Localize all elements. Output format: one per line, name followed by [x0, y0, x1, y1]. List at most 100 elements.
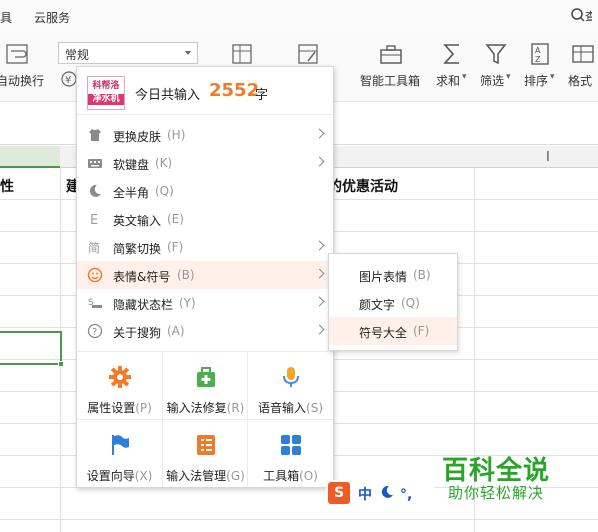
- tool-setup-wizard[interactable]: 设置向导(X): [77, 421, 162, 487]
- hide-bar-icon: S: [87, 295, 103, 311]
- submenu-shortcut: (Q): [401, 296, 420, 310]
- text-cursor-icon: I: [546, 150, 550, 165]
- submenu-label: 图片表情: [359, 270, 408, 284]
- search-icon[interactable]: 查: [570, 7, 596, 28]
- svg-text:简: 简: [88, 241, 100, 255]
- submenu-label: 符号大全: [359, 326, 408, 340]
- chevron-right-icon: [314, 296, 325, 307]
- sort-dropdown-icon[interactable]: ▾: [550, 72, 555, 82]
- emoji-symbols-submenu: 图片表情 (B) 颜文字 (Q) 符号大全 (F): [328, 253, 458, 351]
- tool-label: 输入法修复(R): [166, 401, 245, 415]
- cell-c-text: 的优惠活动: [328, 179, 398, 195]
- tool-toolbox[interactable]: 工具箱(O): [248, 421, 333, 487]
- submenu-label: 颜文字: [359, 298, 396, 312]
- number-format-select[interactable]: 常规: [58, 42, 198, 64]
- smart-toolbox-label[interactable]: 智能工具箱: [360, 72, 420, 89]
- fill-handle[interactable]: [58, 361, 64, 367]
- sum-icon[interactable]: [440, 41, 464, 70]
- traditional-char-icon: 简: [87, 239, 103, 255]
- chinese-mode-toggle[interactable]: 中: [358, 484, 372, 504]
- cell-edit-icon[interactable]: [296, 42, 320, 69]
- smiley-icon: [87, 267, 103, 283]
- gear-icon: [108, 365, 132, 389]
- punctuation-toggle[interactable]: °,: [400, 487, 412, 503]
- filter-dropdown-icon[interactable]: ▾: [506, 72, 511, 82]
- divider: [77, 419, 333, 420]
- svg-text:A: A: [535, 46, 541, 55]
- menu-shortcut: (B): [177, 268, 195, 282]
- menu-label: 表情&符号: [113, 270, 171, 284]
- tool-voice-input[interactable]: 语音输入(S): [248, 353, 333, 419]
- menu-label: 更换皮肤: [113, 130, 162, 144]
- menu-label: 软键盘: [113, 158, 150, 172]
- ime-header: 科帮洛 净水机 今日共输入 2552 字: [77, 67, 333, 115]
- selected-column-header[interactable]: [0, 146, 60, 168]
- wrap-text-label[interactable]: 自动换行: [0, 72, 44, 89]
- menu-item-about[interactable]: ? 关于搜狗 (A): [77, 317, 333, 345]
- shirt-icon: [87, 127, 103, 143]
- submenu-item-kaomoji[interactable]: 颜文字 (Q): [329, 289, 457, 317]
- format-label[interactable]: 格式: [568, 72, 592, 89]
- menu-item-cloud[interactable]: 云服务: [34, 9, 70, 26]
- sort-label[interactable]: 排序: [524, 72, 548, 89]
- submenu-shortcut: (F): [413, 324, 430, 338]
- half-moon-icon: [87, 183, 103, 199]
- ime-status-bar[interactable]: S 中 °,: [326, 480, 434, 506]
- submenu-item-symbol-collection[interactable]: 符号大全 (F): [329, 317, 457, 345]
- svg-text:Z: Z: [535, 55, 541, 64]
- toolbox-icon[interactable]: [378, 42, 404, 69]
- chevron-right-icon: [314, 128, 325, 139]
- ad-logo[interactable]: 科帮洛 净水机: [87, 76, 125, 110]
- menu-item-emoji-symbols[interactable]: 表情&符号 (B): [77, 261, 333, 289]
- input-count-value: 2552: [209, 80, 260, 101]
- tool-label: 工具箱(O): [263, 469, 318, 483]
- menu-item-skin[interactable]: 更换皮肤 (H): [77, 121, 333, 149]
- table-style-icon[interactable]: [230, 42, 254, 69]
- menu-shortcut: (A): [167, 324, 185, 338]
- sort-icon[interactable]: AZ: [528, 41, 552, 70]
- svg-text:¥: ¥: [65, 75, 71, 86]
- menubar: 具 云服务 查: [0, 0, 598, 32]
- repair-kit-icon: [194, 365, 218, 389]
- menu-item-simplified-traditional[interactable]: 简 简繁切换 (F): [77, 233, 333, 261]
- tool-properties[interactable]: 属性设置(P): [77, 353, 162, 419]
- menu-label: 全半角: [113, 186, 150, 200]
- filter-label[interactable]: 筛选: [480, 72, 504, 89]
- half-moon-icon[interactable]: [380, 485, 394, 499]
- number-format-value: 常规: [65, 48, 90, 62]
- menu-item-hide-statusbar[interactable]: S 隐藏状态栏 (Y): [77, 289, 333, 317]
- tool-label: 输入法管理(G): [166, 469, 245, 483]
- chevron-down-icon: [185, 51, 191, 55]
- watermark-subtitle: 助你轻松解决: [448, 484, 545, 502]
- submenu-item-image-emoji[interactable]: 图片表情 (B): [329, 261, 457, 289]
- sum-dropdown-icon[interactable]: ▾: [462, 72, 467, 82]
- chevron-right-icon: [314, 240, 325, 251]
- menu-shortcut: (Q): [155, 184, 174, 198]
- menu-item-english-input[interactable]: E 英文输入 (E): [77, 205, 333, 233]
- menu-label: 关于搜狗: [113, 326, 162, 340]
- tool-ime-manager[interactable]: 输入法管理(G): [163, 421, 248, 487]
- menu-item-tools[interactable]: 具: [0, 9, 12, 26]
- menu-shortcut: (Y): [179, 296, 196, 310]
- sogou-logo-icon[interactable]: S: [328, 482, 350, 504]
- tool-label: 设置向导(X): [86, 469, 153, 483]
- svg-text:?: ?: [92, 327, 97, 338]
- svg-text:E: E: [90, 213, 98, 227]
- keyboard-icon: [87, 155, 103, 171]
- format-icon[interactable]: [570, 41, 596, 70]
- menu-item-soft-keyboard[interactable]: 软键盘 (K): [77, 149, 333, 177]
- menu-shortcut: (K): [155, 156, 173, 170]
- chevron-right-icon: [314, 324, 325, 335]
- chevron-right-icon: [314, 156, 325, 167]
- filter-icon[interactable]: [484, 41, 508, 70]
- flag-icon: [108, 433, 132, 457]
- input-count-suffix: 字: [255, 88, 269, 103]
- wrap-text-icon[interactable]: [4, 42, 30, 69]
- tool-ime-repair[interactable]: 输入法修复(R): [163, 353, 248, 419]
- english-e-icon: E: [87, 211, 103, 228]
- menu-item-full-half-width[interactable]: 全半角 (Q): [77, 177, 333, 205]
- svg-text:查: 查: [585, 9, 592, 23]
- sum-label[interactable]: 求和: [436, 72, 460, 89]
- grid-icon: [279, 433, 303, 457]
- active-cell[interactable]: [0, 331, 64, 367]
